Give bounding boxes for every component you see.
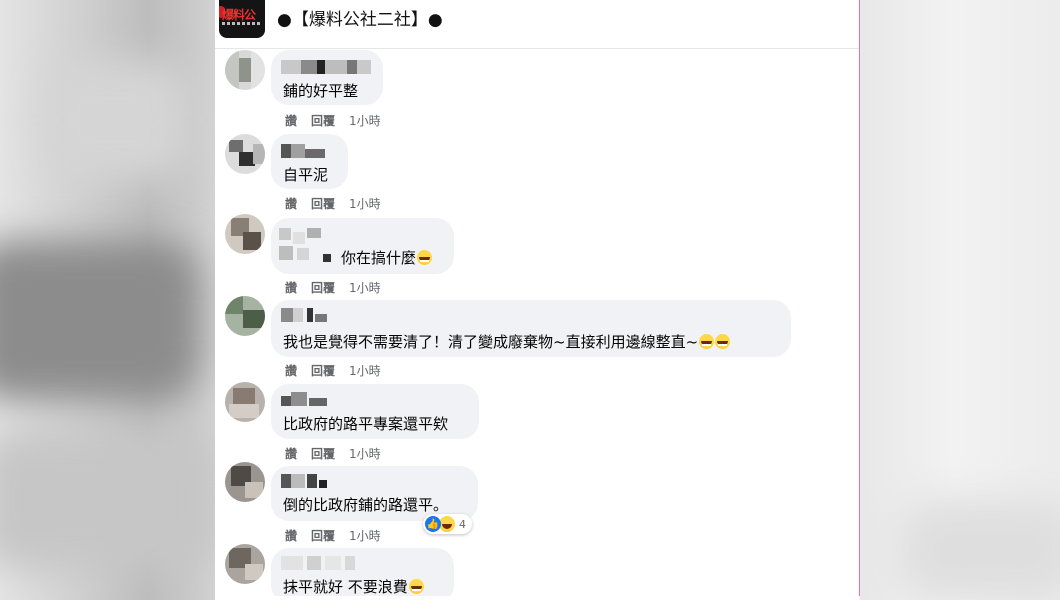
comment-actions: 讚回覆 1小時 [285,279,395,296]
comment-actions: 讚回覆 1小時 [285,527,395,544]
comment-time[interactable]: 1小時 [349,114,381,128]
background-blur [40,60,190,180]
reply-link[interactable]: 回覆 [311,447,335,461]
background-blur [0,430,220,570]
post-header: 爆料公 ●【爆料公社二社】● [215,0,859,49]
avatar[interactable] [225,296,265,336]
like-link[interactable]: 讚 [285,447,297,461]
grinning-squinting-face-icon [417,250,433,265]
comment-bubble[interactable]: 自平泥 [271,134,348,189]
comment-time[interactable]: 1小時 [349,447,381,461]
grinning-squinting-face-icon [408,579,424,594]
commenter-name-blurred[interactable] [281,392,333,406]
like-link[interactable]: 讚 [285,281,297,295]
reply-link[interactable]: 回覆 [311,529,335,543]
comment-text-content: 我也是覺得不需要清了！清了變成廢棄物~直接利用邊線整直~ [283,333,699,351]
avatar[interactable] [225,134,265,174]
reactions-summary[interactable]: 👍 4 [423,514,472,534]
reply-link[interactable]: 回覆 [311,114,335,128]
comment-text: 抹平就好 不要浪費 [283,576,424,596]
avatar[interactable] [225,544,265,584]
like-link[interactable]: 讚 [285,529,297,543]
comment-bubble[interactable]: 我也是覺得不需要清了！清了變成廢棄物~直接利用邊線整直~ [271,300,791,357]
comment-actions: 讚回覆 1小時 [285,362,395,379]
avatar[interactable] [225,462,265,502]
comment-text: 鋪的好平整 [283,82,359,100]
comment-text: 我也是覺得不需要清了！清了變成廢棄物~直接利用邊線整直~ [283,331,731,352]
comment-actions: 讚回覆 1小時 [285,112,395,129]
logo-subtext [222,22,262,25]
commenter-name-blurred[interactable] [281,474,333,488]
comment-actions: 讚回覆 1小時 [285,195,395,212]
reply-link[interactable]: 回覆 [311,364,335,378]
like-link[interactable]: 讚 [285,364,297,378]
grinning-squinting-face-icon [715,334,731,349]
reply-link[interactable]: 回覆 [311,281,335,295]
comment-actions: 讚回覆 1小時 [285,445,395,462]
comment-text: 比政府的路平專案還平欸 [283,415,449,433]
avatar[interactable] [225,214,265,254]
comment-text: 你在搞什麼 [341,247,433,268]
commenter-name-blurred[interactable] [281,144,327,158]
group-title[interactable]: ●【爆料公社二社】● [277,5,443,30]
comment-bubble[interactable]: 鋪的好平整 [271,50,383,105]
avatar[interactable] [225,50,265,90]
comment-time[interactable]: 1小時 [349,364,381,378]
background-blur [900,500,1060,600]
grinning-squinting-face-icon [699,334,715,349]
comment-text-content: 你在搞什麼 [341,249,417,267]
comment-text-content: 抹平就好 不要浪費 [283,578,408,596]
comment-bubble[interactable]: 比政府的路平專案還平欸 [271,384,479,439]
reply-link[interactable]: 回覆 [311,197,335,211]
comment-bubble[interactable]: 抹平就好 不要浪費 [271,548,454,596]
like-icon: 👍 [425,516,441,532]
avatar[interactable] [225,382,265,422]
comments-panel: 爆料公 ●【爆料公社二社】● 鋪的好平整 讚回覆 1小時 自平泥 讚 回覆 1小… [215,0,860,596]
commenter-name-blurred[interactable] [281,556,377,570]
comment-time[interactable]: 1小時 [349,281,381,295]
group-logo[interactable]: 爆料公 [219,0,265,38]
comment-time[interactable]: 1小時 [349,197,381,211]
comment-text: 倒的比政府鋪的路還平。 [283,496,449,514]
commenter-name-blurred[interactable] [281,60,377,74]
like-link[interactable]: 讚 [285,114,297,128]
logo-text: 爆料公 [222,8,256,22]
haha-icon [439,516,455,532]
like-link[interactable]: 讚 [285,197,297,211]
comment-bubble[interactable]: 倒的比政府鋪的路還平。 [271,466,478,521]
comment-time[interactable]: 1小時 [349,529,381,543]
reaction-count: 4 [459,517,466,531]
commenter-name-blurred[interactable] [279,228,335,264]
comment-bubble[interactable]: 你在搞什麼 [271,218,454,274]
commenter-name-blurred[interactable] [281,308,333,322]
background-blur [0,240,200,400]
comment-text: 自平泥 [283,166,329,184]
